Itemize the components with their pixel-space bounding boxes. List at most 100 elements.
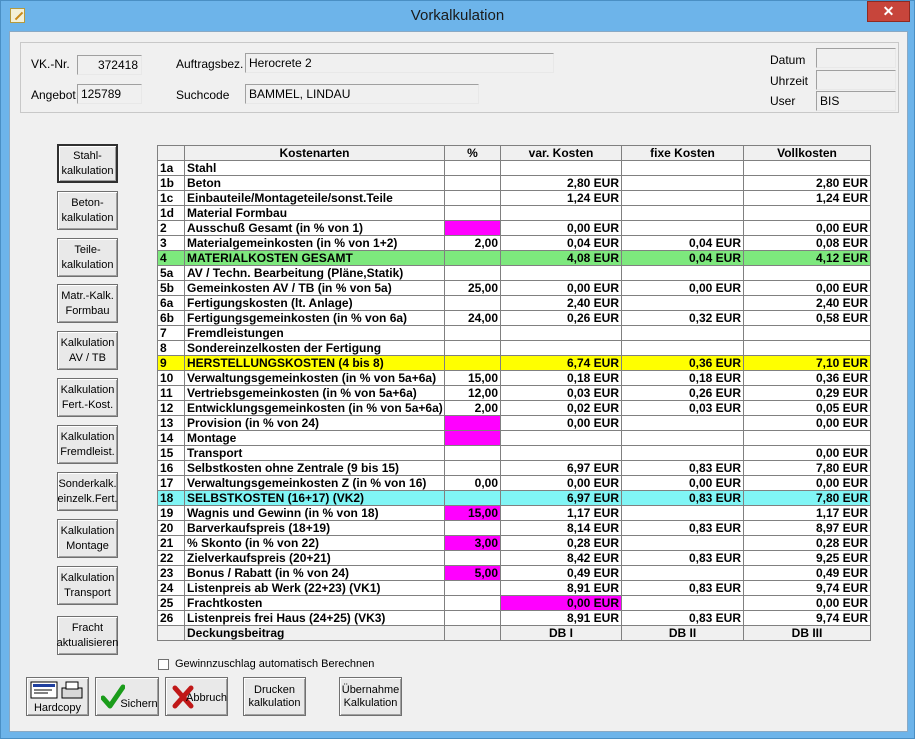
value-cell[interactable]: 2,00 xyxy=(444,400,501,416)
value-cell[interactable]: 7,80 EUR xyxy=(743,460,871,476)
uhrzeit-field[interactable] xyxy=(816,70,896,90)
value-cell[interactable] xyxy=(444,340,501,356)
value-cell[interactable]: 8,14 EUR xyxy=(500,520,622,536)
value-cell[interactable]: 0,83 EUR xyxy=(621,580,744,596)
value-cell[interactable] xyxy=(444,205,501,221)
value-cell[interactable]: 6,97 EUR xyxy=(500,460,622,476)
value-cell[interactable]: 1,17 EUR xyxy=(743,505,871,521)
abbruch-button[interactable]: Abbruch xyxy=(165,677,228,716)
betonkalkulation-button[interactable]: Beton- kalkulation xyxy=(57,191,118,230)
value-cell[interactable] xyxy=(444,325,501,341)
value-cell[interactable]: 0,00 EUR xyxy=(500,415,622,431)
value-cell[interactable]: 0,49 EUR xyxy=(743,565,871,581)
angebot-field[interactable]: 125789 xyxy=(77,84,142,104)
value-cell[interactable] xyxy=(743,265,871,281)
value-cell[interactable]: 0,18 EUR xyxy=(500,370,622,386)
av-tb-kalkulation-button[interactable]: Kalkulation AV / TB xyxy=(57,331,118,370)
value-cell[interactable] xyxy=(500,340,622,356)
title-bar[interactable]: Vorkalkulation ✕ xyxy=(1,1,914,31)
value-cell[interactable] xyxy=(444,595,501,611)
value-cell[interactable] xyxy=(444,520,501,536)
value-cell[interactable]: 0,18 EUR xyxy=(621,370,744,386)
value-cell[interactable]: 6,74 EUR xyxy=(500,355,622,371)
value-cell[interactable] xyxy=(621,160,744,176)
value-cell[interactable] xyxy=(444,190,501,206)
value-cell[interactable] xyxy=(444,355,501,371)
value-cell[interactable]: 0,32 EUR xyxy=(621,310,744,326)
value-cell[interactable] xyxy=(621,295,744,311)
value-cell[interactable] xyxy=(444,160,501,176)
value-cell[interactable]: 0,49 EUR xyxy=(500,565,622,581)
value-cell[interactable] xyxy=(444,490,501,506)
value-cell[interactable] xyxy=(743,325,871,341)
value-cell[interactable]: 0,02 EUR xyxy=(500,400,622,416)
value-cell[interactable] xyxy=(444,580,501,596)
value-cell[interactable] xyxy=(500,430,622,446)
value-cell[interactable] xyxy=(743,430,871,446)
value-cell[interactable]: 0,00 EUR xyxy=(743,280,871,296)
drucken-kalkulation-button[interactable]: Drucken kalkulation xyxy=(243,677,306,716)
value-cell[interactable]: 0,00 EUR xyxy=(621,475,744,491)
value-cell[interactable]: 2,80 EUR xyxy=(500,175,622,191)
value-cell[interactable] xyxy=(621,565,744,581)
value-cell[interactable]: 0,29 EUR xyxy=(743,385,871,401)
value-cell[interactable]: 2,00 xyxy=(444,235,501,251)
value-cell[interactable]: 0,00 EUR xyxy=(743,595,871,611)
value-cell[interactable]: 6,97 EUR xyxy=(500,490,622,506)
value-cell[interactable]: 0,00 EUR xyxy=(621,280,744,296)
value-cell[interactable]: 12,00 xyxy=(444,385,501,401)
value-cell[interactable]: 0,00 EUR xyxy=(500,595,622,611)
value-cell[interactable]: 0,83 EUR xyxy=(621,550,744,566)
value-cell[interactable]: 0,00 EUR xyxy=(500,475,622,491)
value-cell[interactable] xyxy=(621,205,744,221)
value-cell[interactable]: 0,04 EUR xyxy=(500,235,622,251)
value-cell[interactable]: 2,80 EUR xyxy=(743,175,871,191)
value-cell[interactable]: 15,00 xyxy=(444,370,501,386)
stahlkalkulation-button[interactable]: Stahl- kalkulation xyxy=(57,144,118,183)
value-cell[interactable] xyxy=(500,325,622,341)
value-cell[interactable]: 0,00 EUR xyxy=(743,415,871,431)
value-cell[interactable]: 0,83 EUR xyxy=(621,610,744,626)
value-cell[interactable]: 0,00 EUR xyxy=(500,220,622,236)
value-cell[interactable] xyxy=(444,250,501,266)
vk-nr-field[interactable]: 372418 xyxy=(77,55,142,75)
value-cell[interactable] xyxy=(621,595,744,611)
value-cell[interactable] xyxy=(500,205,622,221)
value-cell[interactable]: 0,04 EUR xyxy=(621,250,744,266)
value-cell[interactable]: 25,00 xyxy=(444,280,501,296)
value-cell[interactable] xyxy=(621,505,744,521)
value-cell[interactable]: 1,24 EUR xyxy=(500,190,622,206)
value-cell[interactable]: 9,25 EUR xyxy=(743,550,871,566)
value-cell[interactable] xyxy=(621,325,744,341)
value-cell[interactable]: 0,03 EUR xyxy=(621,400,744,416)
gewinnzuschlag-checkbox[interactable] xyxy=(158,659,169,670)
value-cell[interactable] xyxy=(444,175,501,191)
value-cell[interactable]: 4,08 EUR xyxy=(500,250,622,266)
value-cell[interactable]: 2,40 EUR xyxy=(500,295,622,311)
value-cell[interactable] xyxy=(444,415,501,431)
value-cell[interactable]: 5,00 xyxy=(444,565,501,581)
value-cell[interactable]: 1,17 EUR xyxy=(500,505,622,521)
value-cell[interactable]: 0,08 EUR xyxy=(743,235,871,251)
value-cell[interactable] xyxy=(743,160,871,176)
value-cell[interactable]: 0,26 EUR xyxy=(500,310,622,326)
user-field[interactable]: BIS xyxy=(816,91,896,111)
value-cell[interactable]: 0,28 EUR xyxy=(743,535,871,551)
value-cell[interactable] xyxy=(621,265,744,281)
value-cell[interactable]: 0,58 EUR xyxy=(743,310,871,326)
teilekalkulation-button[interactable]: Teile- kalkulation xyxy=(57,238,118,277)
value-cell[interactable]: 0,00 EUR xyxy=(500,280,622,296)
datum-field[interactable] xyxy=(816,48,896,68)
montage-kalkulation-button[interactable]: Kalkulation Montage xyxy=(57,519,118,558)
value-cell[interactable] xyxy=(621,340,744,356)
value-cell[interactable]: 0,36 EUR xyxy=(621,355,744,371)
value-cell[interactable]: 7,10 EUR xyxy=(743,355,871,371)
close-button[interactable]: ✕ xyxy=(867,1,910,22)
value-cell[interactable] xyxy=(621,190,744,206)
value-cell[interactable] xyxy=(444,295,501,311)
value-cell[interactable] xyxy=(621,415,744,431)
value-cell[interactable]: 0,00 EUR xyxy=(743,445,871,461)
value-cell[interactable]: 8,42 EUR xyxy=(500,550,622,566)
value-cell[interactable]: 0,36 EUR xyxy=(743,370,871,386)
fremdleist-kalkulation-button[interactable]: Kalkulation Fremdleist. xyxy=(57,425,118,464)
